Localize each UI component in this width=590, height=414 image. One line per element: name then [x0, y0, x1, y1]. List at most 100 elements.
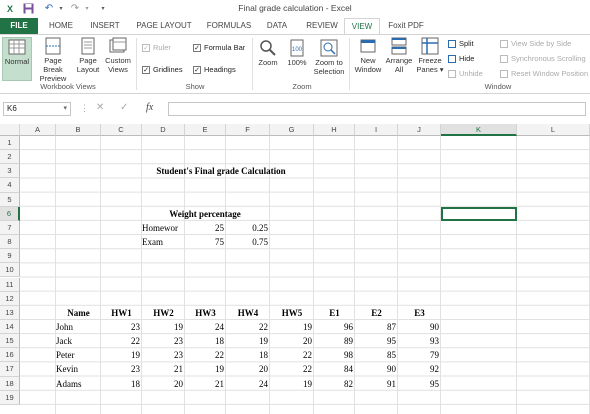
score-cell[interactable]: 22: [185, 348, 226, 362]
score-cell[interactable]: 95: [398, 377, 441, 391]
score-cell[interactable]: 22: [101, 334, 142, 348]
ruler-checkbox[interactable]: ✓ Ruler: [142, 43, 171, 52]
score-cell[interactable]: 19: [185, 362, 226, 376]
row-header-8[interactable]: 8: [0, 235, 20, 250]
table-header-cell[interactable]: HW4: [226, 306, 270, 320]
select-all-corner[interactable]: [0, 124, 20, 136]
page-break-preview-button[interactable]: Page Break Preview: [34, 37, 72, 83]
student-name-cell[interactable]: Adams: [56, 377, 101, 391]
score-cell[interactable]: 24: [226, 377, 270, 391]
column-header-h[interactable]: H: [314, 124, 355, 136]
score-cell[interactable]: 20: [270, 334, 314, 348]
score-cell[interactable]: 22: [226, 320, 270, 334]
row-header-14[interactable]: 14: [0, 319, 20, 335]
score-cell[interactable]: 23: [101, 362, 142, 376]
column-header-c[interactable]: C: [101, 124, 142, 136]
score-cell[interactable]: 95: [355, 334, 398, 348]
weight-pct-cell[interactable]: 0.25: [226, 221, 270, 235]
formula-input[interactable]: [168, 102, 586, 116]
insert-function-icon[interactable]: fx: [146, 102, 153, 113]
sheet-heading-cell[interactable]: Student's Final grade Calculation: [101, 164, 341, 178]
arrange-all-button[interactable]: Arrange All: [385, 37, 413, 74]
zoom-button[interactable]: Zoom: [256, 39, 280, 67]
row-header-11[interactable]: 11: [0, 277, 20, 292]
score-cell[interactable]: 87: [355, 320, 398, 334]
score-cell[interactable]: 19: [101, 348, 142, 362]
tab-insert[interactable]: INSERT: [84, 18, 126, 34]
weight-pct-cell[interactable]: 0.75: [226, 235, 270, 249]
active-cell-selection[interactable]: [441, 207, 517, 221]
row-header-19[interactable]: 19: [0, 390, 20, 405]
column-header-d[interactable]: D: [142, 124, 185, 136]
table-header-cell[interactable]: HW2: [142, 306, 185, 320]
score-cell[interactable]: 90: [355, 362, 398, 376]
score-cell[interactable]: 20: [142, 377, 185, 391]
score-cell[interactable]: 21: [185, 377, 226, 391]
tab-review[interactable]: REVIEW: [300, 18, 344, 34]
custom-views-button[interactable]: Custom Views: [103, 37, 133, 74]
tab-home[interactable]: HOME: [42, 18, 80, 34]
student-name-cell[interactable]: Jack: [56, 334, 101, 348]
column-header-b[interactable]: B: [56, 124, 101, 136]
score-cell[interactable]: 20: [226, 362, 270, 376]
row-header-1[interactable]: 1: [0, 136, 20, 151]
score-cell[interactable]: 22: [270, 348, 314, 362]
unhide-button[interactable]: Unhide: [448, 69, 483, 78]
score-cell[interactable]: 19: [142, 320, 185, 334]
weight-points-cell[interactable]: 25: [185, 221, 226, 235]
table-header-cell[interactable]: HW5: [270, 306, 314, 320]
column-header-g[interactable]: G: [270, 124, 314, 136]
cancel-icon[interactable]: ✕: [96, 102, 104, 113]
row-header-4[interactable]: 4: [0, 178, 20, 193]
table-header-cell[interactable]: HW1: [101, 306, 142, 320]
row-header-13[interactable]: 13: [0, 305, 20, 320]
tab-formulas[interactable]: FORMULAS: [203, 18, 255, 34]
tab-file[interactable]: FILE: [0, 18, 38, 34]
score-cell[interactable]: 18: [226, 348, 270, 362]
student-name-cell[interactable]: Peter: [56, 348, 101, 362]
score-cell[interactable]: 98: [314, 348, 355, 362]
name-box[interactable]: K6 ▾: [3, 102, 71, 116]
score-cell[interactable]: 23: [101, 320, 142, 334]
score-cell[interactable]: 19: [270, 320, 314, 334]
row-header-3[interactable]: 3: [0, 164, 20, 179]
weight-title-cell[interactable]: Weight percentage: [142, 207, 268, 221]
weight-label-cell[interactable]: Exam: [142, 235, 185, 249]
headings-checkbox[interactable]: ✓ Headings: [193, 65, 236, 74]
hide-button[interactable]: Hide: [448, 54, 474, 63]
column-header-i[interactable]: I: [355, 124, 398, 136]
row-header-6[interactable]: 6: [0, 206, 20, 221]
normal-view-button[interactable]: Normal: [2, 37, 32, 81]
name-box-dropdown-icon[interactable]: ▾: [63, 103, 67, 115]
tab-view[interactable]: VIEW: [344, 18, 380, 35]
column-header-j[interactable]: J: [398, 124, 441, 136]
formula-bar-checkbox[interactable]: ✓ Formula Bar: [193, 43, 245, 52]
score-cell[interactable]: 23: [142, 348, 185, 362]
row-header-5[interactable]: 5: [0, 192, 20, 207]
row-header-16[interactable]: 16: [0, 348, 20, 363]
score-cell[interactable]: 89: [314, 334, 355, 348]
column-header-a[interactable]: A: [20, 124, 56, 136]
score-cell[interactable]: 79: [398, 348, 441, 362]
table-header-cell[interactable]: E3: [398, 306, 441, 320]
score-cell[interactable]: 85: [355, 348, 398, 362]
row-header-2[interactable]: 2: [0, 150, 20, 165]
reset-window-position-button[interactable]: Reset Window Position: [500, 69, 588, 78]
row-header-18[interactable]: 18: [0, 376, 20, 391]
row-header-17[interactable]: 17: [0, 362, 20, 377]
row-header-15[interactable]: 15: [0, 334, 20, 349]
score-cell[interactable]: 22: [270, 362, 314, 376]
student-name-cell[interactable]: Kevin: [56, 362, 101, 376]
score-cell[interactable]: 93: [398, 334, 441, 348]
weight-label-cell[interactable]: Homewor: [142, 221, 185, 235]
split-button[interactable]: Split: [448, 39, 474, 48]
column-header-k[interactable]: K: [441, 124, 517, 136]
synchronous-scrolling-button[interactable]: Synchronous Scrolling: [500, 54, 586, 63]
score-cell[interactable]: 84: [314, 362, 355, 376]
tab-foxit-pdf[interactable]: Foxit PDF: [384, 18, 428, 34]
student-name-cell[interactable]: John: [56, 320, 101, 334]
score-cell[interactable]: 90: [398, 320, 441, 334]
new-window-button[interactable]: New Window: [352, 37, 384, 74]
score-cell[interactable]: 82: [314, 377, 355, 391]
score-cell[interactable]: 18: [101, 377, 142, 391]
